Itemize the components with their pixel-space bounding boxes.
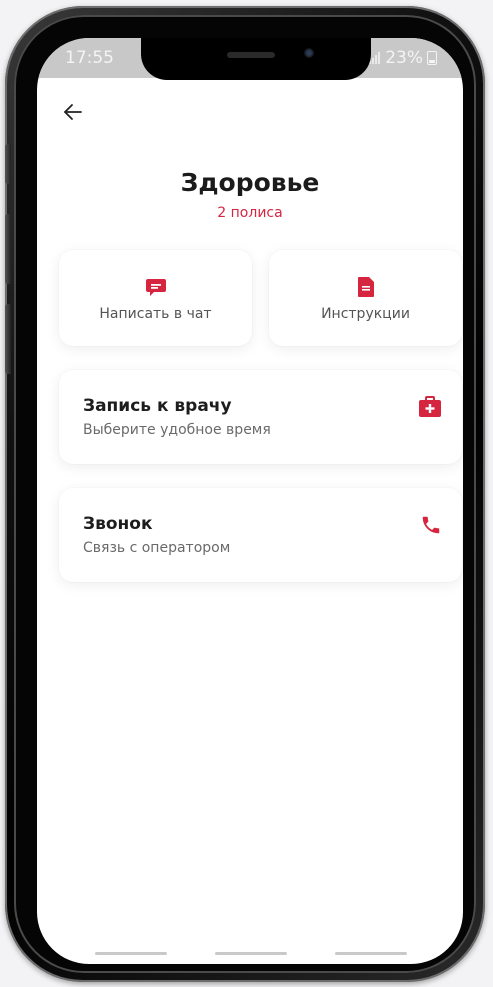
phone-icon xyxy=(420,514,442,540)
instructions-tile[interactable]: Инструкции xyxy=(269,250,462,346)
nav-indicator-right xyxy=(335,952,407,955)
front-camera xyxy=(304,48,314,58)
doctor-appointment-title: Запись к врачу xyxy=(83,396,232,416)
battery-icon xyxy=(427,51,437,65)
page-title: Здоровье xyxy=(180,168,320,197)
back-button[interactable] xyxy=(59,98,87,126)
status-right: 23% xyxy=(369,48,437,68)
call-subtitle: Связь с оператором xyxy=(83,540,231,556)
nav-indicator-left xyxy=(95,952,167,955)
call-card[interactable]: Звонок Связь с оператором xyxy=(59,488,462,582)
mute-switch xyxy=(5,144,11,184)
notch xyxy=(141,38,371,80)
volume-up-button xyxy=(5,214,11,284)
call-title: Звонок xyxy=(83,514,153,534)
document-icon xyxy=(357,276,375,302)
volume-down-button xyxy=(5,304,11,374)
instructions-tile-label: Инструкции xyxy=(321,306,410,322)
medical-kit-icon xyxy=(418,396,442,422)
doctor-appointment-card[interactable]: Запись к врачу Выберите удобное время xyxy=(59,370,462,464)
chat-tile[interactable]: Написать в чат xyxy=(59,250,252,346)
chat-icon xyxy=(145,276,167,302)
chat-tile-label: Написать в чат xyxy=(99,306,212,322)
policies-count[interactable]: 2 полиса xyxy=(37,205,463,221)
phone-frame: 17:55 23% Здоровье 2 полиса Написать в ч… xyxy=(5,6,485,982)
arrow-left-icon xyxy=(64,104,82,120)
signal-icon xyxy=(369,52,381,64)
status-time: 17:55 xyxy=(65,48,114,68)
phone-screen: 17:55 23% Здоровье 2 полиса Написать в ч… xyxy=(37,38,463,964)
speaker-grille xyxy=(227,52,275,58)
nav-indicator-center xyxy=(215,952,287,955)
battery-percent: 23% xyxy=(385,48,423,68)
doctor-appointment-subtitle: Выберите удобное время xyxy=(83,422,271,438)
